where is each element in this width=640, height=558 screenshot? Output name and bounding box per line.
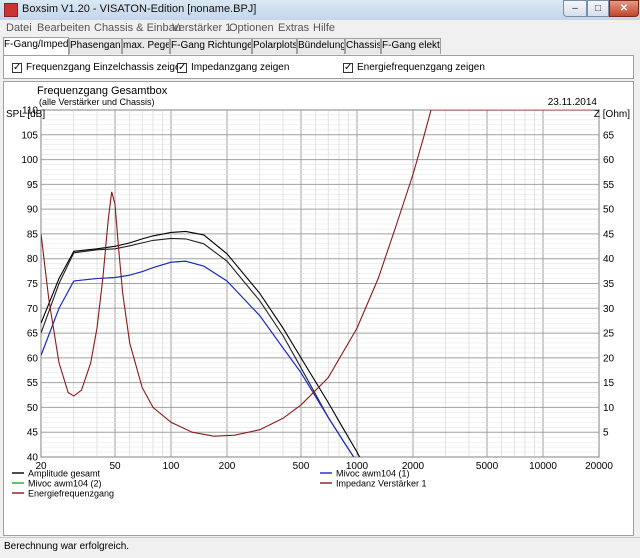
tab-fgang-elektr[interactable]: F-Gang elektr. — [381, 38, 441, 54]
tab-chassis[interactable]: Chassis — [345, 38, 381, 54]
menu-optionen[interactable]: Optionen — [229, 22, 274, 34]
legend-label: Mivoc awm104 (2) — [28, 479, 102, 489]
minimize-button[interactable]: – — [563, 0, 587, 17]
status-bar: Berechnung war erfolgreich. — [0, 537, 640, 558]
tab-fgang-richtungen[interactable]: F-Gang Richtungen — [170, 38, 252, 54]
checkbox-einzelchassis[interactable]: ✓ — [12, 63, 22, 73]
tab-max-pegel[interactable]: max. Pegel — [122, 38, 170, 54]
status-text: Berechnung war erfolgreich. — [4, 541, 130, 552]
y2-tick-label: 50 — [603, 205, 615, 216]
menu-bearbeiten[interactable]: Bearbeiten — [37, 22, 90, 34]
menu-extras[interactable]: Extras — [278, 22, 309, 34]
menu-chassis-einbau[interactable]: Chassis & Einbau — [94, 22, 181, 34]
y2-axis-label: Z [Ohm] — [594, 109, 630, 120]
chart-subtitle: (alle Verstärker und Chassis) — [39, 97, 155, 107]
menu-bar: Datei Bearbeiten Chassis & Einbau Verstä… — [0, 20, 640, 37]
app-icon — [4, 3, 18, 17]
y2-tick-label: 5 — [603, 428, 609, 439]
menu-datei[interactable]: Datei — [6, 22, 32, 34]
maximize-button[interactable]: □ — [587, 0, 609, 17]
x-tick-label: 100 — [163, 461, 180, 472]
y2-tick-label: 35 — [603, 279, 615, 290]
tab-polarplots[interactable]: Polarplots — [252, 38, 297, 54]
y-tick-label: 100 — [21, 155, 38, 166]
y2-tick-label: 55 — [603, 180, 615, 191]
y2-tick-label: 60 — [603, 155, 615, 166]
y2-tick-label: 25 — [603, 329, 615, 340]
y2-tick-label: 45 — [603, 229, 615, 240]
y-tick-label: 105 — [21, 130, 38, 141]
chart-date: 23.11.2014 — [548, 97, 598, 108]
checkbox-energie[interactable]: ✓ — [343, 63, 353, 73]
y2-tick-label: 10 — [603, 403, 615, 414]
y-tick-label: 50 — [27, 403, 39, 414]
tab-bar: F-Gang/Imped. Phasengang max. Pegel F-Ga… — [0, 37, 640, 55]
close-button[interactable]: ✕ — [609, 0, 639, 17]
title-bar: Boxsim V1.20 - VISATON-Edition [noname.B… — [0, 0, 640, 21]
y-tick-label: 85 — [27, 229, 39, 240]
tab-fgang-imped[interactable]: F-Gang/Imped. — [3, 37, 69, 55]
x-tick-label: 50 — [109, 461, 121, 472]
y-tick-label: 45 — [27, 428, 39, 439]
y2-tick-label: 65 — [603, 130, 615, 141]
menu-hilfe[interactable]: Hilfe — [313, 22, 335, 34]
y-tick-label: 65 — [27, 329, 39, 340]
y-tick-label: 90 — [27, 205, 39, 216]
y2-tick-label: 40 — [603, 254, 615, 265]
y-tick-label: 55 — [27, 378, 39, 389]
x-tick-label: 500 — [293, 461, 310, 472]
options-row: ✓ Frequenzgang Einzelchassis zeigen ✓ Im… — [3, 55, 634, 79]
legend-label: Impedanz Verstärker 1 — [336, 479, 427, 489]
x-tick-label: 200 — [219, 461, 236, 472]
y-tick-label: 75 — [27, 279, 39, 290]
tab-phasengang[interactable]: Phasengang — [69, 38, 122, 54]
y-tick-label: 40 — [27, 453, 39, 464]
y-tick-label: 60 — [27, 353, 39, 364]
x-tick-label: 20000 — [585, 461, 613, 472]
y-tick-label: 80 — [27, 254, 39, 265]
y2-tick-label: 30 — [603, 304, 615, 315]
chart-title: Frequenzgang Gesamtbox — [37, 85, 168, 97]
x-tick-label: 10000 — [529, 461, 557, 472]
frequency-response-chart: Frequenzgang Gesamtbox (alle Verstärker … — [6, 85, 630, 499]
window-title: Boxsim V1.20 - VISATON-Edition [noname.B… — [22, 3, 257, 15]
x-tick-label: 5000 — [476, 461, 499, 472]
y-tick-label: 70 — [27, 304, 39, 315]
chart-panel: Frequenzgang Gesamtbox (alle Verstärker … — [3, 81, 634, 536]
menu-verstaerker[interactable]: Verstärker 1 — [172, 22, 231, 34]
legend-label: Mivoc awm104 (1) — [336, 469, 410, 479]
legend-label: Amplitude gesamt — [28, 469, 101, 479]
y2-tick-label: 15 — [603, 378, 615, 389]
checkbox-impedanz-label: Impedanzgang zeigen — [191, 62, 290, 73]
checkbox-impedanz[interactable]: ✓ — [177, 63, 187, 73]
tab-buendelung[interactable]: Bündelung — [297, 38, 345, 54]
y-tick-label: 95 — [27, 180, 39, 191]
checkbox-einzelchassis-label: Frequenzgang Einzelchassis zeigen — [26, 62, 187, 73]
y2-tick-label: 20 — [603, 353, 615, 364]
y-tick-label: 110 — [22, 106, 38, 117]
legend-label: Energiefrequenzgang — [28, 489, 114, 499]
checkbox-energie-label: Energiefrequenzgang zeigen — [357, 62, 485, 73]
